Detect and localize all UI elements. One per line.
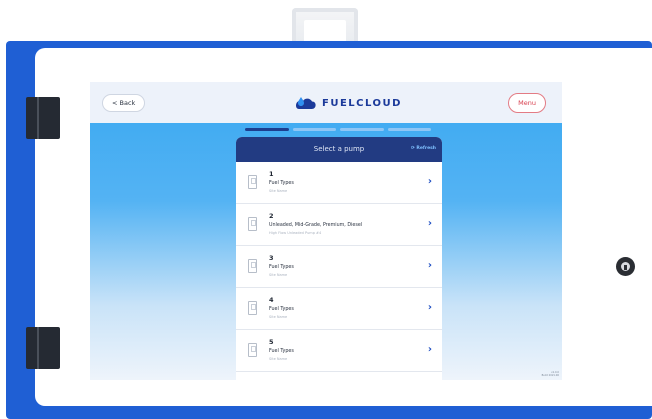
pump-icon — [248, 259, 257, 273]
pump-panel: Select a pump ⟳ Refresh 1 Fuel Types Sit… — [236, 137, 442, 380]
pump-site-name: Site Name — [269, 357, 288, 361]
pump-row[interactable]: 4 Fuel Types Site Name › — [236, 288, 442, 330]
pump-row[interactable]: 3 Fuel Types Site Name › — [236, 246, 442, 288]
pump-icon — [248, 301, 257, 315]
brand-name: FUELCLOUD — [322, 97, 402, 109]
pump-number: 5 — [269, 338, 274, 346]
pump-number: 3 — [269, 254, 274, 262]
pump-row[interactable]: 6 › — [236, 372, 442, 380]
lock-icon — [616, 257, 635, 276]
pump-row[interactable]: 2 Unleaded, Mid-Grade, Premium, Diesel H… — [236, 204, 442, 246]
step-progress — [245, 128, 431, 132]
chevron-right-icon: › — [427, 344, 432, 355]
back-button[interactable]: < Back — [102, 94, 146, 112]
pump-fuel-types: Fuel Types — [269, 265, 294, 270]
pump-row[interactable]: 1 Fuel Types Site Name › — [236, 162, 442, 204]
pump-site-name: Site Name — [269, 315, 288, 319]
pump-site-name: High Flow Unleaded Pump #4 — [269, 231, 322, 235]
pump-fuel-types: Fuel Types — [269, 349, 294, 354]
refresh-button[interactable]: ⟳ Refresh — [411, 146, 436, 151]
build-line: Build 2021.06 — [541, 374, 559, 377]
kiosk-screen: < Back FUELCLOUD Menu Select a pump ⟳ Re… — [90, 82, 562, 380]
progress-segment — [245, 128, 289, 131]
cloud-drop-icon — [296, 97, 316, 109]
chevron-right-icon: › — [427, 176, 432, 187]
pump-icon — [248, 217, 257, 231]
progress-segment — [292, 128, 336, 131]
pump-number: 1 — [269, 170, 274, 178]
pump-fuel-types: Fuel Types — [269, 307, 294, 312]
menu-button[interactable]: Menu — [508, 93, 546, 113]
pump-icon — [248, 175, 257, 189]
kiosk-handle — [292, 8, 358, 44]
chevron-right-icon: › — [427, 302, 432, 313]
progress-segment — [387, 128, 431, 131]
pump-fuel-types: Fuel Types — [269, 181, 294, 186]
brand-logo: FUELCLOUD — [293, 94, 402, 112]
version-info: v1.0.0 Build 2021.06 — [542, 371, 559, 377]
top-bar: < Back FUELCLOUD Menu — [90, 82, 562, 123]
progress-segment — [340, 128, 384, 131]
chevron-right-icon: › — [427, 218, 432, 229]
pump-icon — [248, 343, 257, 357]
panel-header: Select a pump ⟳ Refresh — [236, 137, 442, 162]
pump-number: 2 — [269, 212, 274, 220]
hinge-top — [26, 97, 60, 139]
chevron-right-icon: › — [427, 260, 432, 271]
pump-row[interactable]: 5 Fuel Types Site Name › — [236, 330, 442, 372]
pump-site-name: Site Name — [269, 273, 288, 277]
pump-number: 4 — [269, 296, 274, 304]
pump-fuel-types: Unleaded, Mid-Grade, Premium, Diesel — [269, 223, 363, 228]
pump-site-name: Site Name — [269, 189, 288, 193]
pump-list: 1 Fuel Types Site Name › 2 Unleaded, Mid… — [236, 162, 442, 380]
hinge-bottom — [26, 327, 60, 369]
